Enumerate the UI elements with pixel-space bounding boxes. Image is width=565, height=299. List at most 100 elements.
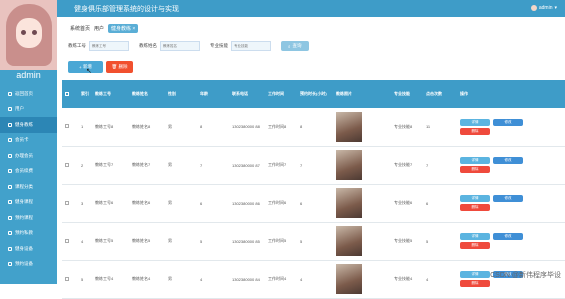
cell-booking-hours: 8 <box>300 124 303 130</box>
cell-work-time: 工作时间4 <box>268 276 287 281</box>
row-checkbox[interactable] <box>65 124 69 129</box>
sidebar-item-equipment-booking[interactable]: 预约设备 <box>0 257 57 273</box>
cell-skill: 专业技能8 <box>394 123 413 129</box>
row-checkbox[interactable] <box>65 276 69 281</box>
delete-button[interactable]: 删除 <box>460 204 490 211</box>
view-button[interactable]: 详情 <box>460 271 490 278</box>
header-phone: 联系电话 <box>232 91 248 96</box>
row-checkbox[interactable] <box>65 162 69 167</box>
tab-home[interactable]: 系统首页 <box>70 25 90 32</box>
view-button[interactable]: 详情 <box>460 195 490 202</box>
mouse-cursor-icon: ↖ <box>86 68 92 75</box>
edit-button[interactable]: 修改 <box>493 118 523 126</box>
sidebar-item-card[interactable]: 会员卡 <box>0 133 57 149</box>
cell-index: 4 <box>81 238 84 244</box>
edit-button[interactable]: 修改 <box>493 233 523 240</box>
sidebar-item-course[interactable]: 健身课程 <box>0 195 57 211</box>
edit-button[interactable]: 修改 <box>493 195 523 202</box>
view-button[interactable]: 详情 <box>460 118 490 126</box>
header-gender: 性别 <box>168 91 176 96</box>
chevron-down-icon: ▾ <box>554 5 557 11</box>
delete-button[interactable]: 删除 <box>460 127 490 135</box>
breadcrumb: 系统首页 用户 健身教练 × <box>70 24 139 33</box>
search-button[interactable]: ⌕ 查询 <box>281 41 309 51</box>
cell-skill: 专业技能7 <box>394 162 413 167</box>
coach-id-input[interactable] <box>89 41 129 51</box>
coach-photo <box>336 188 362 218</box>
view-button[interactable]: 详情 <box>460 157 490 164</box>
admin-name: admin <box>16 70 41 80</box>
home-icon <box>8 91 12 96</box>
coach-photo <box>336 150 362 180</box>
cell-phone: 1302380000 85 <box>232 238 260 244</box>
view-button[interactable]: 详情 <box>460 233 490 240</box>
category-icon <box>8 184 12 189</box>
coach-photo <box>336 226 362 256</box>
coach-table: 索引 教练工号 教练姓名 性别 年龄 联系电话 工作时间 预约时长(小时) 教练… <box>62 80 565 299</box>
sidebar: admin 返回首页 用户 健身教练 会员卡 办理会员 会员续费 课程分类 健身… <box>0 0 57 284</box>
delete-button[interactable]: 删除 <box>460 242 490 249</box>
sidebar-item-renewal[interactable]: 会员续费 <box>0 164 57 180</box>
cell-booking-hours: 5 <box>300 238 303 244</box>
header-skill: 专业技能 <box>394 91 410 96</box>
header-ops: 操作 <box>460 91 468 96</box>
header-booking-hours: 预约时长(小时) <box>300 91 327 96</box>
sidebar-item-label: 用户 <box>15 106 24 112</box>
cell-age: 6 <box>200 200 203 206</box>
cell-skill: 专业技能4 <box>394 276 413 281</box>
batch-delete-button[interactable]: 🗑 删除 <box>106 61 133 73</box>
row-checkbox[interactable] <box>65 238 69 243</box>
coach-name-input[interactable] <box>160 41 200 51</box>
tab-coach[interactable]: 健身教练 × <box>108 24 139 33</box>
sidebar-item-user[interactable]: 用户 <box>0 102 57 118</box>
sidebar-item-label: 健身设备 <box>15 245 33 251</box>
coach-name-label: 教练姓名 <box>139 43 157 48</box>
coach-icon <box>8 122 12 127</box>
edit-button[interactable]: 修改 <box>493 157 523 164</box>
cell-age: 8 <box>200 124 203 130</box>
cell-clicks: 6 <box>426 200 429 206</box>
delete-button[interactable]: 删除 <box>460 166 490 173</box>
sidebar-item-label: 预约私教 <box>15 230 33 236</box>
cell-index: 5 <box>81 276 84 282</box>
cell-age: 7 <box>200 162 203 168</box>
cell-clicks: 7 <box>426 162 429 168</box>
table-row: 4 教练工号5 教练姓名5 男 5 1302380000 85 工作时间5 5 … <box>62 222 565 260</box>
user-menu[interactable]: admin ▾ <box>530 5 557 11</box>
trash-icon: 🗑 <box>111 64 119 69</box>
sidebar-item-label: 预约课程 <box>15 214 33 220</box>
sidebar-item-membership[interactable]: 办理会员 <box>0 148 57 164</box>
user-icon <box>8 107 12 112</box>
tab-user[interactable]: 用户 <box>94 25 104 32</box>
cell-clicks: 5 <box>426 238 429 244</box>
sidebar-item-category[interactable]: 课程分类 <box>0 179 57 195</box>
sidebar-item-label: 健身教练 <box>15 121 33 127</box>
cell-phone: 1302380000 87 <box>232 162 260 168</box>
cell-coach-name: 教练姓名7 <box>132 162 151 167</box>
sidebar-item-label: 健身课程 <box>15 199 33 205</box>
sidebar-item-course-booking[interactable]: 预约课程 <box>0 210 57 226</box>
user-name: admin <box>538 5 553 11</box>
cell-coach-id: 教练工号7 <box>95 162 114 167</box>
cell-booking-hours: 7 <box>300 162 303 168</box>
select-all-checkbox[interactable] <box>65 91 69 96</box>
sidebar-item-trainer-booking[interactable]: 预约私教 <box>0 226 57 242</box>
cell-gender: 男 <box>168 162 172 167</box>
header-index: 索引 <box>81 91 89 96</box>
sidebar-item-coach[interactable]: 健身教练 <box>0 117 57 133</box>
row-checkbox[interactable] <box>65 200 69 205</box>
table-row: 1 教练工号8 教练姓名8 男 8 1302380000 88 工作时间8 8 … <box>62 108 565 146</box>
skill-label: 专业技能 <box>210 43 228 48</box>
equipment-icon <box>8 246 12 251</box>
sidebar-item-equipment[interactable]: 健身设备 <box>0 241 57 257</box>
user-avatar-icon <box>530 5 537 11</box>
cell-coach-name: 教练姓名4 <box>132 276 151 281</box>
sidebar-item-home[interactable]: 返回首页 <box>0 86 57 102</box>
renewal-icon <box>8 169 12 174</box>
delete-button-label: 删除 <box>118 64 128 69</box>
membership-icon <box>8 153 12 158</box>
cell-phone: 1302380000 88 <box>232 124 260 130</box>
equipment-booking-icon <box>8 262 12 267</box>
cell-skill: 专业技能5 <box>394 238 413 243</box>
skill-input[interactable] <box>231 41 271 51</box>
